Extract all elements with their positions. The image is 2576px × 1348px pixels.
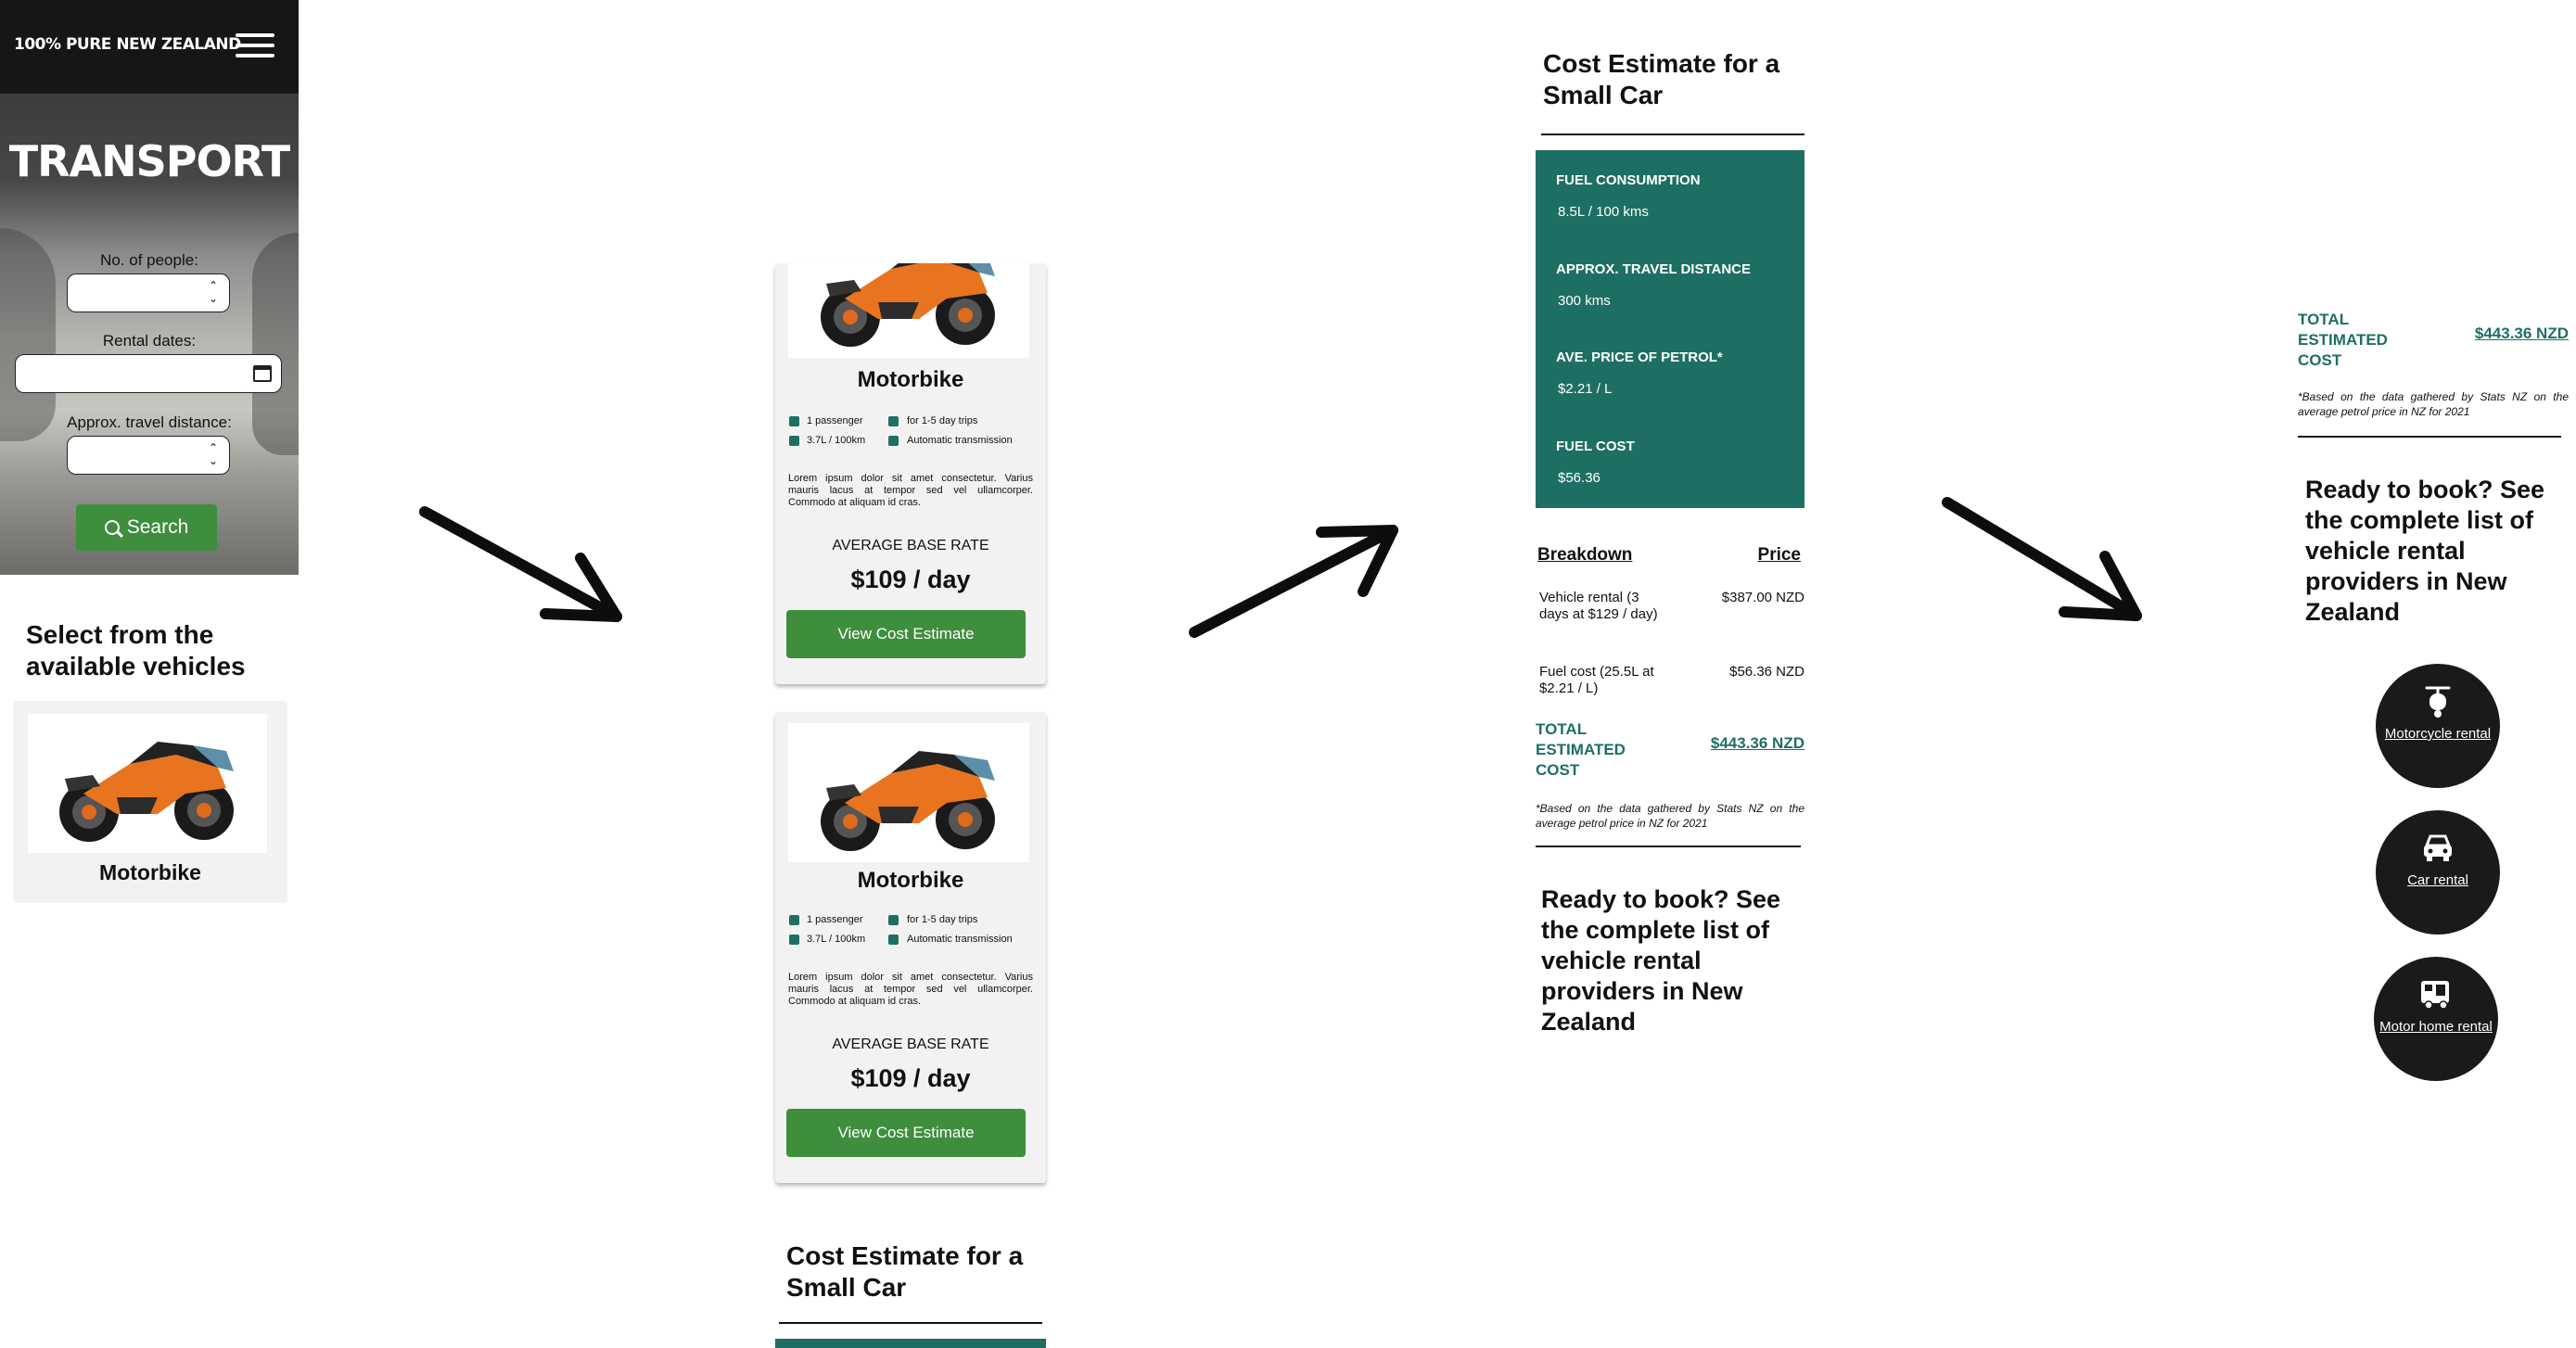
fuel-spec: 3.7L / 100km [807, 435, 866, 446]
ready-to-book-title: Ready to book? See the complete list of … [1541, 885, 1781, 1036]
rate-value: $109 / day [850, 1064, 971, 1092]
gearbox-icon [888, 436, 899, 446]
fuel-consumption-value: 8.5L / 100 kms [1558, 204, 1649, 220]
gearbox-icon [888, 935, 899, 945]
flow-arrow-icon [1942, 497, 2142, 621]
estimate-title: Cost Estimate for a Small Car [786, 1241, 1024, 1302]
fuel-summary-panel: FUEL CONSUMPTION 8.5L / 100 kms APPROX. … [1536, 150, 1804, 508]
total-label: TOTAL ESTIMATED COST [1536, 720, 1626, 779]
trip-length-spec: for 1-5 day trips [907, 914, 978, 925]
search-icon [104, 520, 120, 535]
flow-arrow-icon [1189, 525, 1398, 638]
transmission-spec: Automatic transmission [907, 435, 1013, 446]
calendar-icon[interactable] [253, 365, 272, 382]
vehicle-name: Motorbike [99, 860, 201, 884]
footnote: *Based on the data gathered by Stats NZ … [2298, 390, 2569, 418]
motorcycle-rental-link[interactable]: Motorcycle rental [2376, 664, 2500, 788]
trip-length-spec: for 1-5 day trips [907, 415, 978, 426]
estimate-title: Cost Estimate for a Small Car [1543, 49, 1780, 109]
breakdown-price: $387.00 NZD [1721, 590, 1804, 605]
motor-home-rental-label: Motor home rental [2379, 1019, 2493, 1035]
dates-label: Rental dates: [102, 332, 197, 350]
fuel-pump-icon [789, 935, 799, 945]
vehicle-list-screen: Motorbike 1 passenger for 1-5 day trips … [775, 263, 1046, 1348]
motorbike-image [788, 263, 1029, 358]
hamburger-menu-icon[interactable] [234, 30, 276, 61]
vehicle-card[interactable]: Motorbike 1 passenger for 1-5 day trips … [775, 263, 1046, 684]
motorhome-icon [2421, 981, 2449, 1010]
passenger-spec: 1 passenger [807, 415, 863, 426]
ready-to-book-title: Ready to book? See the complete list of … [2305, 476, 2545, 626]
motorbike-image [788, 723, 1029, 862]
motorcycle-rental-label: Motorcycle rental [2384, 726, 2492, 742]
divider [779, 1322, 1042, 1324]
motor-home-rental-link[interactable]: Motor home rental [2374, 957, 2498, 1081]
total-value: $443.36 NZD [1710, 734, 1804, 752]
chevron-down-icon[interactable]: ⌄ [209, 455, 220, 466]
total-value: $443.36 NZD [2474, 324, 2569, 342]
vehicle-card[interactable]: Motorbike 1 passenger for 1-5 day trips … [775, 712, 1046, 1183]
passenger-spec: 1 passenger [807, 914, 863, 925]
vehicle-description: Lorem ipsum dolor sit amet consectetur. … [788, 473, 1033, 508]
top-nav-bar: 100% PURE NEW ZEALAND [0, 0, 299, 94]
select-vehicle-title: Select from the available vehicles [26, 620, 246, 680]
search-button[interactable]: Search [76, 504, 217, 551]
brand-logo[interactable]: 100% PURE NEW ZEALAND [14, 35, 241, 54]
person-icon [789, 416, 799, 426]
calendar-icon [888, 416, 899, 426]
estimate-panel-top [775, 1339, 1046, 1348]
vehicle-option-card[interactable]: Motorbike [13, 701, 287, 903]
breakdown-item: Fuel cost (25.5L at $2.21 / L) [1539, 664, 1654, 696]
fuel-pump-icon [789, 436, 799, 446]
breakdown-price: $56.36 NZD [1729, 664, 1804, 680]
divider [2298, 436, 2561, 438]
vehicle-name: Motorbike [857, 868, 964, 893]
rental-dates-input[interactable] [15, 354, 282, 393]
mobile-search-screen: 100% PURE NEW ZEALAND TRANSPORT No. of p… [0, 0, 299, 903]
rate-label: AVERAGE BASE RATE [832, 538, 989, 553]
rate-value: $109 / day [850, 566, 971, 593]
search-button-label: Search [126, 516, 189, 538]
booking-options-screen: TOTAL ESTIMATED COST $443.36 NZD *Based … [2298, 306, 2576, 1085]
petrol-price-label: AVE. PRICE OF PETROL* [1556, 350, 1723, 365]
fuel-cost-value: $56.36 [1558, 470, 1600, 486]
distance-label: APPROX. TRAVEL DISTANCE [1556, 261, 1752, 277]
distance-value: 300 kms [1558, 293, 1611, 309]
view-cost-estimate-button[interactable]: View Cost Estimate [786, 610, 1026, 658]
vehicle-description: Lorem ipsum dolor sit amet consectetur. … [788, 972, 1033, 1007]
breakdown-header: Breakdown [1537, 545, 1633, 565]
total-label: TOTAL ESTIMATED COST [2298, 311, 2388, 369]
price-header: Price [1757, 545, 1801, 565]
hero-section: TRANSPORT No. of people: ⌃ ⌄ Rental date… [0, 94, 299, 575]
people-label: No. of people: [100, 251, 198, 269]
fuel-consumption-label: FUEL CONSUMPTION [1556, 172, 1701, 188]
calendar-icon [888, 915, 899, 925]
chevron-up-icon[interactable]: ⌃ [209, 442, 220, 453]
flow-arrow-icon [419, 506, 622, 622]
scooter-icon [2425, 686, 2451, 718]
transmission-spec: Automatic transmission [907, 934, 1013, 945]
people-stepper[interactable]: ⌃ ⌄ [67, 273, 230, 312]
petrol-price-value: $2.21 / L [1558, 381, 1613, 397]
distance-label: Approx. travel distance: [67, 413, 232, 431]
person-icon [789, 915, 799, 925]
distance-stepper[interactable]: ⌃ ⌄ [67, 436, 230, 475]
chevron-down-icon[interactable]: ⌄ [209, 293, 220, 304]
car-rental-label: Car rental [2407, 872, 2468, 888]
car-icon [2424, 834, 2452, 861]
fuel-spec: 3.7L / 100km [807, 934, 866, 945]
rate-label: AVERAGE BASE RATE [832, 1036, 989, 1052]
chevron-up-icon[interactable]: ⌃ [209, 280, 220, 291]
fuel-cost-label: FUEL COST [1556, 439, 1635, 454]
footnote: *Based on the data gathered by Stats NZ … [1536, 802, 1804, 830]
divider [1536, 846, 1801, 847]
car-rental-link[interactable]: Car rental [2376, 810, 2500, 935]
divider [1541, 134, 1804, 135]
motorbike-image [28, 714, 267, 853]
hero-title: TRANSPORT [8, 136, 291, 186]
cost-estimate-screen: Cost Estimate for a Small Car FUEL CONSU… [1536, 48, 1814, 1049]
view-cost-estimate-button[interactable]: View Cost Estimate [786, 1109, 1026, 1157]
vehicle-name: Motorbike [857, 367, 964, 392]
breakdown-item: Vehicle rental (3 days at $129 / day) [1539, 590, 1658, 622]
